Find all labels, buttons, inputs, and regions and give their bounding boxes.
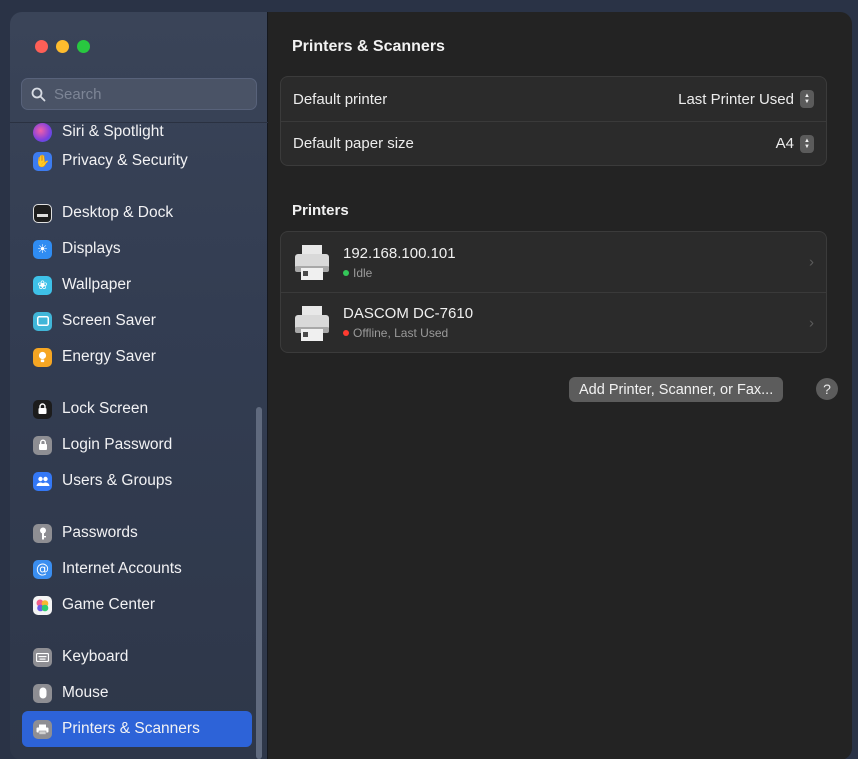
default-paper-value: A4 <box>775 135 794 152</box>
window-controls <box>35 40 90 53</box>
game-center-icon <box>33 595 52 615</box>
sidebar-item-printers-scanners[interactable]: Printers & Scanners <box>22 711 252 747</box>
printers-list: 192.168.100.101 Idle › DASCOM DC-7610 Of… <box>280 231 827 353</box>
sidebar-item-label: Game Center <box>62 596 156 613</box>
sidebar-item-label: Keyboard <box>62 648 129 665</box>
sidebar-item-label: Energy Saver <box>62 348 156 365</box>
sidebar-item-label: Privacy & Security <box>62 152 188 169</box>
sidebar-item-label: Internet Accounts <box>62 560 182 577</box>
at-icon: @ <box>33 559 52 579</box>
sidebar-item-label: Lock Screen <box>62 400 149 417</box>
sidebar-item-label: Desktop & Dock <box>62 204 174 221</box>
sidebar-item-siri-spotlight[interactable]: Siri & Spotlight <box>22 123 252 143</box>
sidebar-item-displays[interactable]: ☀ Displays <box>22 231 252 267</box>
lock-icon <box>33 399 52 419</box>
sidebar-item-internet-accounts[interactable]: @ Internet Accounts <box>22 551 252 587</box>
zoom-window-button[interactable] <box>77 40 90 53</box>
padlock-icon <box>33 435 52 455</box>
printer-icon <box>295 245 329 280</box>
printers-heading: Printers <box>292 202 349 219</box>
search-input[interactable] <box>54 85 244 103</box>
default-printer-popup[interactable]: Last Printer Used ▲ ▼ <box>678 90 814 108</box>
sidebar-item-game-center[interactable]: Game Center <box>22 587 252 623</box>
printer-icon <box>33 719 52 739</box>
sidebar-item-users-groups[interactable]: Users & Groups <box>22 463 252 499</box>
sidebar-item-label: Mouse <box>62 684 109 701</box>
siri-icon <box>33 123 52 142</box>
sidebar-item-label: Siri & Spotlight <box>62 123 164 140</box>
flower-icon: ❀ <box>33 275 52 295</box>
printer-icon <box>295 305 329 341</box>
sidebar-item-label: Passwords <box>62 524 138 541</box>
sidebar-item-label: Displays <box>62 240 121 257</box>
popup-arrows-icon: ▲ ▼ <box>800 90 814 108</box>
key-icon <box>33 523 52 543</box>
default-paper-row: Default paper size A4 ▲ ▼ <box>281 121 826 165</box>
sun-icon: ☀ <box>33 239 52 259</box>
hand-icon: ✋ <box>33 151 52 171</box>
defaults-group: Default printer Last Printer Used ▲ ▼ Def… <box>280 76 827 166</box>
sidebar-item-lock-screen[interactable]: Lock Screen <box>22 391 252 427</box>
default-paper-label: Default paper size <box>293 135 414 152</box>
default-printer-row: Default printer Last Printer Used ▲ ▼ <box>281 77 826 121</box>
sidebar-item-privacy-security[interactable]: ✋ Privacy & Security <box>22 143 252 179</box>
sidebar-scrollbar[interactable] <box>256 407 262 759</box>
sidebar-item-mouse[interactable]: Mouse <box>22 675 252 711</box>
printer-status-text: Idle <box>353 265 373 280</box>
sidebar: Siri & Spotlight ✋ Privacy & Security De… <box>10 12 268 759</box>
sidebar-list: Siri & Spotlight ✋ Privacy & Security De… <box>22 123 252 747</box>
printer-name: 192.168.100.101 <box>343 244 456 262</box>
sidebar-item-label: Wallpaper <box>62 276 132 293</box>
sidebar-item-label: Login Password <box>62 436 173 453</box>
chevron-right-icon: › <box>809 253 814 271</box>
users-icon <box>33 471 52 491</box>
screen-saver-icon <box>33 311 52 331</box>
printer-status-text: Offline, Last Used <box>353 326 449 340</box>
status-dot <box>343 330 349 336</box>
printer-row[interactable]: DASCOM DC-7610 Offline, Last Used › <box>281 292 826 352</box>
sidebar-item-label: Printers & Scanners <box>62 720 200 737</box>
default-printer-value: Last Printer Used <box>678 90 794 108</box>
printer-status: Idle <box>343 266 456 280</box>
system-settings-window: Siri & Spotlight ✋ Privacy & Security De… <box>10 12 852 759</box>
mouse-icon <box>33 683 52 703</box>
add-printer-button[interactable]: Add Printer, Scanner, or Fax... <box>569 377 784 402</box>
bulb-icon <box>33 347 52 367</box>
sidebar-item-screen-saver[interactable]: Screen Saver <box>22 303 252 339</box>
status-dot <box>343 269 349 276</box>
printer-name: DASCOM DC-7610 <box>343 305 474 322</box>
sidebar-item-label: Screen Saver <box>62 312 156 329</box>
sidebar-item-login-password[interactable]: Login Password <box>22 427 252 463</box>
search-icon <box>31 87 46 101</box>
printer-status: Offline, Last Used <box>343 326 473 340</box>
sidebar-item-keyboard[interactable]: Keyboard <box>22 639 252 675</box>
dock-icon <box>33 203 52 223</box>
search-field[interactable] <box>21 78 257 110</box>
close-window-button[interactable] <box>35 40 48 53</box>
sidebar-item-energy-saver[interactable]: Energy Saver <box>22 339 252 375</box>
keyboard-icon <box>33 647 52 667</box>
sidebar-item-desktop-dock[interactable]: Desktop & Dock <box>22 195 252 231</box>
sidebar-item-passwords[interactable]: Passwords <box>22 515 252 551</box>
printer-row[interactable]: 192.168.100.101 Idle › <box>281 232 826 292</box>
main-pane: Printers & Scanners Default printer Last… <box>268 12 852 759</box>
default-printer-label: Default printer <box>293 90 388 108</box>
sidebar-item-label: Users & Groups <box>62 472 173 489</box>
chevron-right-icon: › <box>809 314 814 331</box>
sidebar-item-wallpaper[interactable]: ❀ Wallpaper <box>22 267 252 303</box>
help-button[interactable]: ? <box>816 378 838 400</box>
minimize-window-button[interactable] <box>56 40 69 53</box>
default-paper-popup[interactable]: A4 ▲ ▼ <box>775 134 814 153</box>
page-title: Printers & Scanners <box>292 38 445 55</box>
popup-arrows-icon: ▲ ▼ <box>800 134 814 153</box>
